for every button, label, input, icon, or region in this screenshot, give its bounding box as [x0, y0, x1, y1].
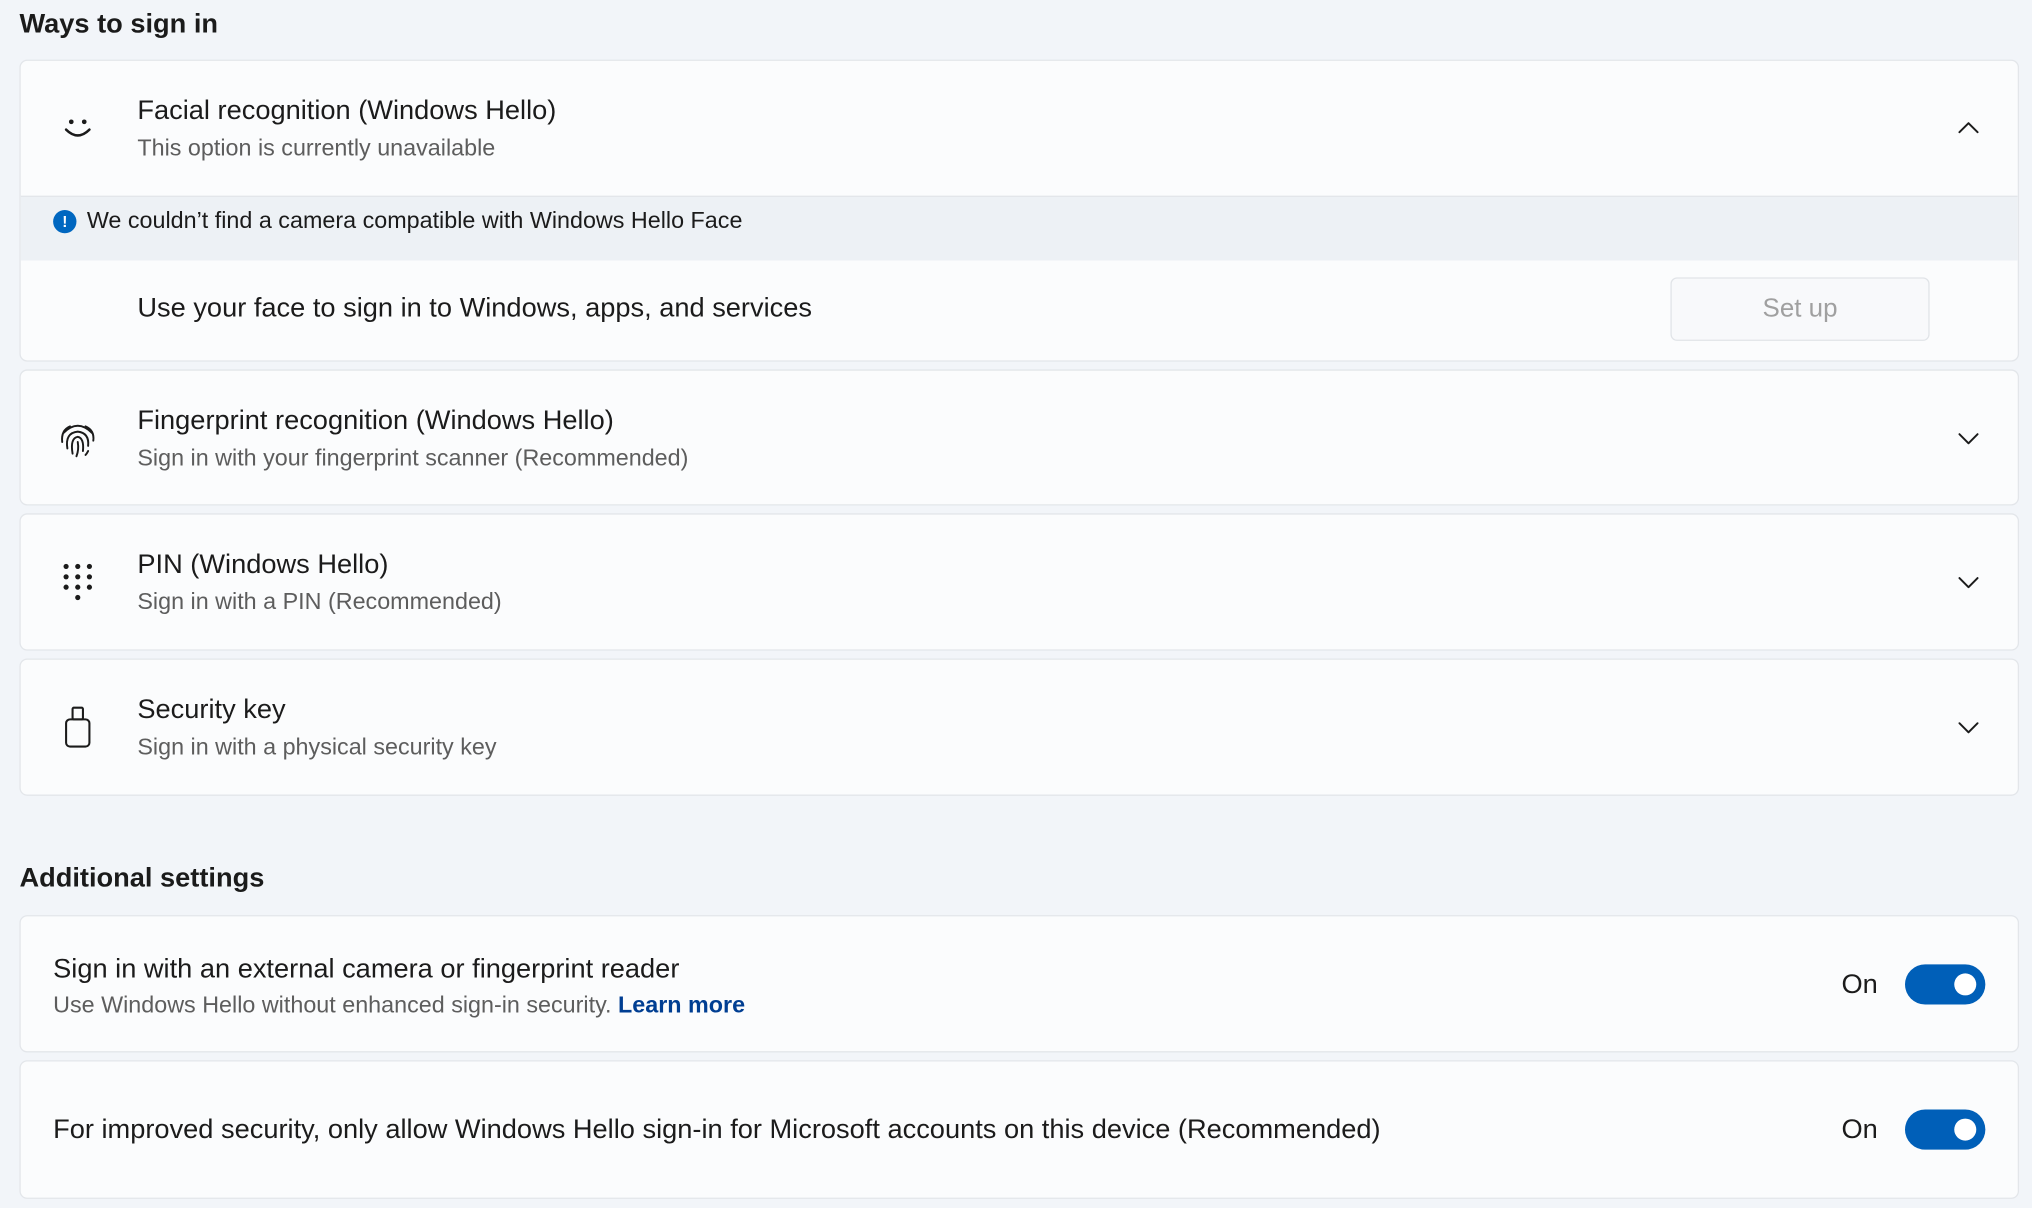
chevron-up-icon[interactable] [1945, 105, 1992, 152]
smile-face-icon [54, 105, 101, 152]
usb-key-icon [54, 704, 101, 751]
facial-recognition-header[interactable]: Facial recognition (Windows Hello) This … [21, 61, 2018, 196]
learn-more-link[interactable]: Learn more [618, 992, 745, 1018]
camera-warning-bar: ! We couldn’t find a camera compatible w… [20, 195, 2018, 261]
security-key-subtitle: Sign in with a physical security key [137, 733, 497, 760]
fingerprint-title: Fingerprint recognition (Windows Hello) [137, 405, 614, 436]
facial-recognition-subtitle: This option is currently unavailable [137, 134, 496, 161]
external-camera-subtitle: Use Windows Hello without enhanced sign-… [53, 992, 745, 1019]
sign-in-options-page: Ways to sign in Facial recognition (Wind… [0, 0, 2032, 1208]
pin-subtitle: Sign in with a PIN (Recommended) [137, 588, 502, 615]
camera-warning-text: We couldn’t find a camera compatible wit… [86, 207, 743, 234]
info-icon: ! [53, 209, 77, 234]
face-setup-description: Use your face to sign in to Windows, app… [137, 292, 813, 323]
set-up-button[interactable]: Set up [1670, 277, 1930, 341]
external-camera-setting: Sign in with an external camera or finge… [19, 915, 2020, 1053]
improved-security-toggle[interactable] [1905, 1109, 1986, 1150]
chevron-down-icon[interactable] [1945, 704, 1992, 751]
external-camera-description: Use Windows Hello without enhanced sign-… [53, 991, 612, 1018]
fingerprint-subtitle: Sign in with your fingerprint scanner (R… [137, 444, 689, 471]
facial-recognition-title: Facial recognition (Windows Hello) [137, 95, 557, 126]
fingerprint-icon [54, 414, 101, 461]
external-camera-toggle[interactable] [1905, 964, 1986, 1005]
fingerprint-recognition-card[interactable]: Fingerprint recognition (Windows Hello) … [19, 369, 2020, 506]
improved-security-setting: For improved security, only allow Window… [19, 1060, 2020, 1199]
toggle-knob [1954, 1118, 1977, 1141]
improved-security-state: On [1841, 1114, 1878, 1145]
improved-security-title: For improved security, only allow Window… [53, 1114, 1381, 1145]
ways-to-sign-in-heading: Ways to sign in [19, 9, 219, 39]
chevron-down-icon[interactable] [1945, 559, 1992, 606]
additional-settings-heading: Additional settings [19, 863, 265, 894]
keypad-icon [54, 559, 101, 606]
pin-title: PIN (Windows Hello) [137, 549, 389, 580]
facial-recognition-card: Facial recognition (Windows Hello) This … [19, 59, 2020, 362]
chevron-down-icon[interactable] [1945, 414, 1992, 461]
external-camera-state: On [1841, 969, 1878, 1000]
pin-card[interactable]: PIN (Windows Hello) Sign in with a PIN (… [19, 513, 2020, 651]
external-camera-title: Sign in with an external camera or finge… [53, 953, 680, 984]
toggle-knob [1954, 973, 1977, 996]
face-setup-row: Use your face to sign in to Windows, app… [21, 259, 2018, 360]
security-key-card[interactable]: Security key Sign in with a physical sec… [19, 658, 2020, 796]
security-key-title: Security key [137, 694, 286, 725]
